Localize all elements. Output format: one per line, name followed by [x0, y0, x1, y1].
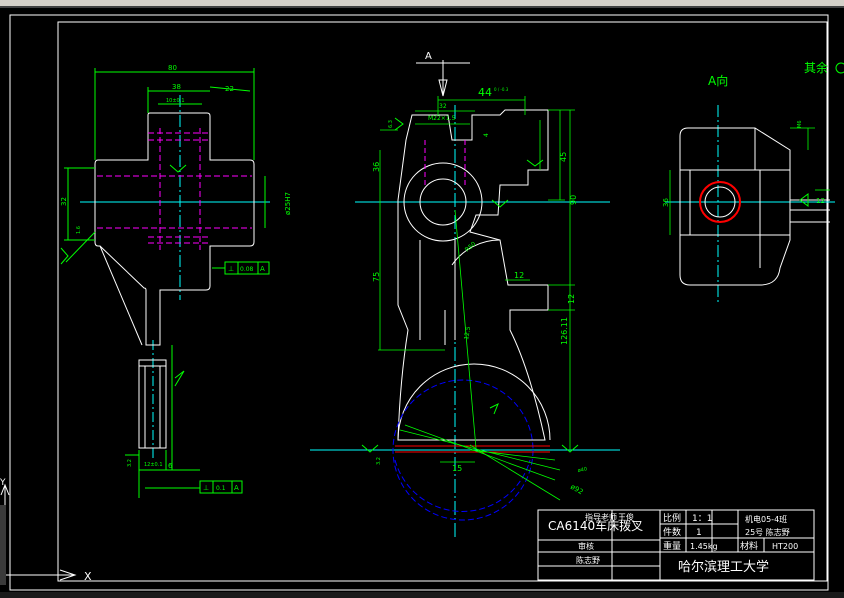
tol2-value: 0.1 — [216, 485, 226, 492]
dim-dim-4: 4 — [483, 133, 490, 137]
student-name: 25号 陈志野 — [745, 527, 790, 537]
vertical-scrollbar[interactable] — [0, 505, 6, 585]
drafter-name: 陈志野 — [576, 555, 600, 565]
dim-h-12: 12 — [514, 271, 524, 280]
dim-h-126: 126.11 — [560, 317, 569, 345]
ucs-y-label: Y — [0, 478, 6, 488]
advisor-name: 王俊 — [618, 512, 634, 522]
review-label: 审核 — [578, 541, 594, 551]
advisor-label: 指导老师 — [585, 512, 617, 522]
dim-h-90: 90 — [569, 195, 578, 205]
dim-overall-width: 80 — [168, 64, 177, 72]
section-arrow-label: A — [425, 51, 432, 62]
toolbar-strip — [0, 0, 844, 6]
dim-bottom-width: 12±0.1 — [144, 462, 163, 468]
tol2-symbol: ⊥ — [203, 484, 209, 492]
other-surfaces-note: 其余 — [804, 60, 828, 75]
scale-label: 比例 — [663, 512, 681, 524]
dim-h-12b: 12 — [567, 294, 576, 304]
tol1-datum: A — [260, 265, 265, 273]
qty-label: 件数 — [663, 526, 681, 538]
dim-bore: ø25H7 — [284, 192, 292, 215]
roughness-3-2: 3.2 — [127, 459, 133, 467]
dim-top-width-44: 44 — [478, 86, 492, 99]
tol1-value: 0.08 — [240, 266, 254, 273]
dim-angle-15: 15 — [452, 464, 462, 473]
ucs-x-label: X — [84, 570, 92, 583]
weight-label: 重量 — [663, 540, 681, 552]
tol1-symbol: ⊥ — [228, 265, 234, 273]
dim-h-75: 75 — [372, 272, 381, 282]
material-value: HT200 — [772, 542, 798, 551]
cad-drawing-canvas[interactable]: 80 38 22 10±0.1 ø25H7 32 1.6 3.2 12±0.1 … — [0, 0, 844, 598]
dim-slot-width: 10±0.1 — [166, 98, 185, 104]
dim-top-width-tol: 0 / -0.3 — [494, 87, 509, 92]
dim-12-right: 12 — [816, 197, 825, 205]
roughness-3-2-mid: 3.2 — [376, 457, 382, 465]
dim-h-45: 45 — [559, 152, 568, 162]
dim-m6: M6 — [797, 121, 803, 129]
dim-36-right: 36 — [662, 198, 670, 207]
dim-thread: M22×1.5 — [428, 115, 456, 122]
roughness-6-3: 6.3 — [388, 120, 394, 128]
roughness-1-6: 1.6 — [76, 226, 82, 234]
qty-value: 1 — [696, 528, 702, 538]
scale-value: 1：1 — [692, 514, 712, 524]
dim-inner-width-32: 32 — [439, 103, 447, 110]
dim-sub-width: 22 — [225, 85, 234, 93]
weight-value: 1.45kg — [690, 542, 718, 551]
dim-height-32: 32 — [60, 197, 68, 206]
dim-top-width: 38 — [172, 83, 181, 91]
view-a-label: A向 — [708, 73, 728, 88]
status-strip — [0, 592, 844, 598]
material-label: 材料 — [740, 540, 758, 552]
school-name: 哈尔滨理工大学 — [678, 559, 769, 575]
class-name: 机电05-4班 — [745, 514, 787, 524]
tol2-datum: A — [234, 484, 239, 492]
dim-bottom-offset: 6 — [168, 462, 173, 470]
dim-h-36: 36 — [372, 162, 381, 172]
